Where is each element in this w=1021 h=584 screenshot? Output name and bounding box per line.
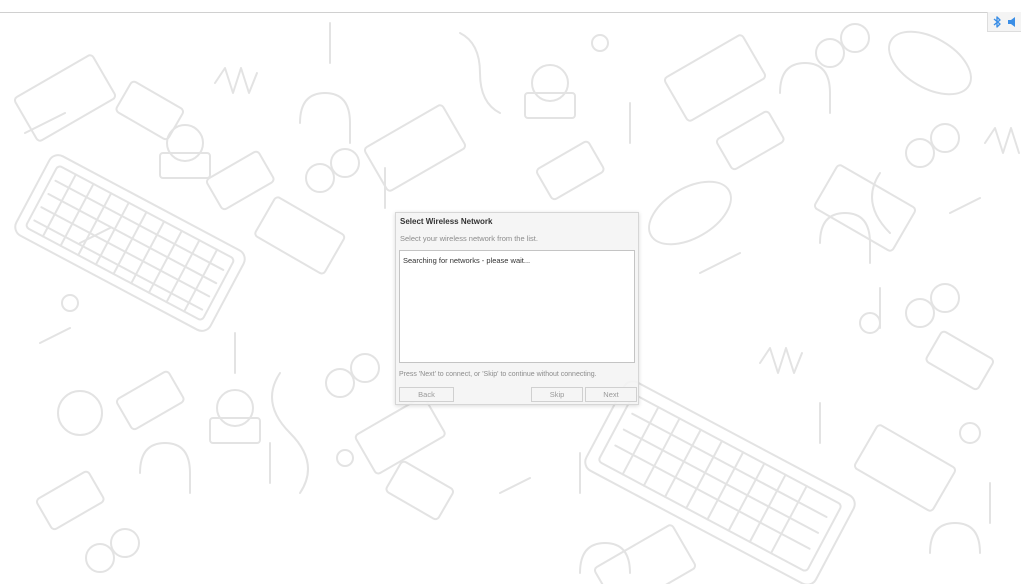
keyboard-doodle-right bbox=[584, 380, 856, 584]
mouse-doodle bbox=[648, 180, 732, 246]
dialog-footer-text: Press 'Next' to connect, or 'Skip' to co… bbox=[399, 371, 597, 378]
desktop: Select Wireless Network Select your wire… bbox=[0, 0, 1021, 584]
next-button[interactable]: Next bbox=[585, 387, 637, 402]
keyboard-doodle-left bbox=[14, 154, 246, 332]
system-tray bbox=[987, 12, 1021, 32]
dialog-instructions: Select your wireless network from the li… bbox=[400, 234, 538, 243]
bluetooth-icon[interactable] bbox=[993, 15, 1001, 28]
network-list[interactable]: Searching for networks - please wait... bbox=[399, 250, 635, 363]
skip-button[interactable]: Skip bbox=[531, 387, 583, 402]
network-list-status: Searching for networks - please wait... bbox=[403, 256, 531, 265]
select-wireless-network-dialog: Select Wireless Network Select your wire… bbox=[395, 212, 639, 405]
dialog-title: Select Wireless Network bbox=[400, 217, 493, 226]
back-button[interactable]: Back bbox=[399, 387, 454, 402]
mouse-doodle bbox=[888, 30, 972, 96]
volume-icon[interactable] bbox=[1007, 16, 1017, 28]
